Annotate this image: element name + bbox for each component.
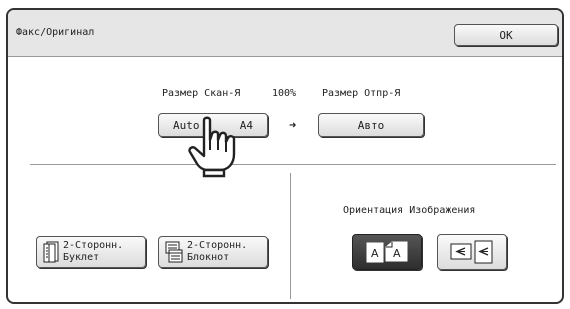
tablet-icon: [165, 241, 183, 263]
booklet-icon: [43, 241, 59, 263]
vertical-divider: [290, 173, 291, 299]
pointing-hand-icon: [188, 116, 236, 178]
tablet-label-line1: 2-Сторонн.: [187, 240, 248, 251]
portrait-a-pages-icon: A A: [366, 241, 408, 263]
tablet-label-line2: Блокнот: [187, 252, 230, 263]
duplex-tablet-button[interactable]: 2-Сторонн. Блокнот: [158, 236, 268, 268]
svg-text:A: A: [393, 247, 401, 260]
scan-size-label: Размер Скан-Я: [162, 88, 241, 99]
landscape-a-pages-icon: [450, 240, 493, 264]
orientation-label: Ориентация Изображения: [343, 205, 476, 216]
svg-text:A: A: [371, 247, 379, 260]
booklet-label-line2: Буклет: [63, 252, 100, 263]
booklet-label-line1: 2-Сторонн.: [63, 240, 124, 251]
duplex-booklet-button[interactable]: 2-Сторонн. Буклет: [36, 236, 146, 268]
horizontal-divider: [30, 164, 556, 165]
orientation-portrait-button[interactable]: A A: [352, 234, 422, 270]
send-size-label: Размер Отпр-Я: [322, 88, 401, 99]
fax-original-panel: Факс/Оригинал OK Размер Скан-Я 100% Разм…: [6, 8, 564, 304]
panel-title: Факс/Оригинал: [16, 27, 95, 38]
arrow-right-icon: ➜: [289, 118, 297, 132]
ratio-value: 100%: [272, 88, 297, 99]
orientation-landscape-button[interactable]: [437, 234, 507, 270]
ok-button[interactable]: OK: [454, 24, 558, 46]
send-size-button[interactable]: Авто: [318, 113, 424, 137]
